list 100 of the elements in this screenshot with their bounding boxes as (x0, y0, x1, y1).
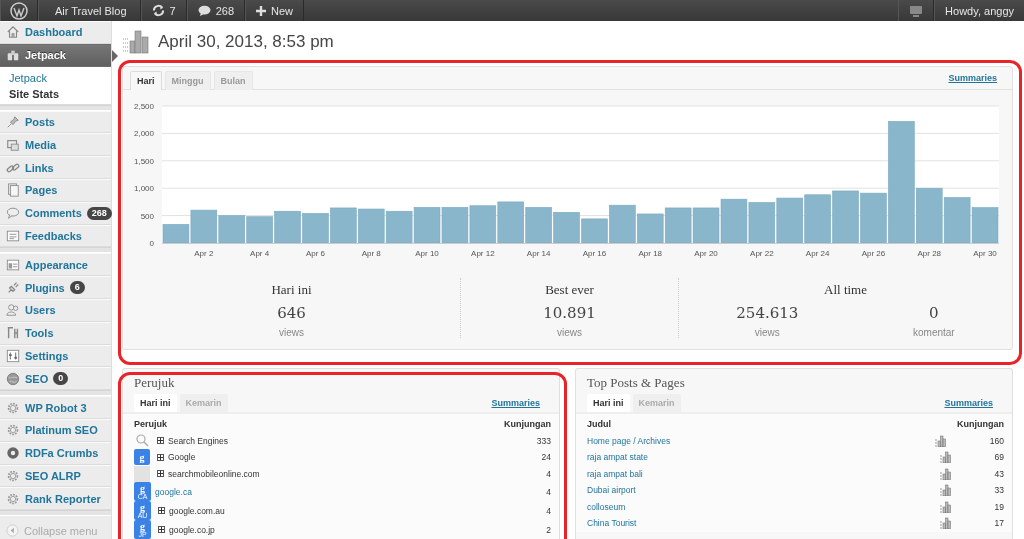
bar (637, 213, 664, 244)
expand-icon[interactable] (158, 507, 165, 514)
visit-count: 4 (546, 468, 551, 479)
refresh-icon (151, 4, 165, 17)
bar (469, 205, 497, 244)
post-link[interactable]: raja ampat state (587, 452, 648, 463)
column-header: Kunjungan (422, 414, 559, 433)
expand-icon[interactable] (157, 453, 164, 461)
sliders-icon (6, 348, 20, 363)
logo-button[interactable] (0, 0, 38, 21)
referrer-link[interactable]: google.ca (155, 486, 192, 497)
post-link[interactable]: colloseum (587, 501, 626, 512)
bar-chart-icon[interactable] (939, 517, 951, 530)
count-badge: 6 (69, 281, 85, 295)
post-link[interactable]: Home page / Archives (587, 435, 671, 446)
menu-item[interactable]: Media (0, 133, 111, 157)
post-link[interactable]: Dubai airport (587, 485, 636, 496)
referrer-name: google.co.jp (169, 524, 215, 535)
monitor-icon (909, 4, 924, 17)
document-icon (6, 183, 20, 198)
post-link[interactable]: raja ampat bali (587, 468, 643, 479)
bar-chart-icon[interactable] (939, 451, 951, 464)
menu-item[interactable]: Pages (0, 179, 111, 202)
bar (804, 194, 831, 244)
screen-button[interactable] (898, 0, 935, 21)
menu-item[interactable]: RDFa Crumbs (0, 441, 111, 465)
bar-chart-icon[interactable] (939, 500, 951, 513)
expand-icon[interactable] (158, 526, 165, 533)
tab[interactable]: Hari (130, 71, 162, 91)
page-title: April 30, 2013, 8:53 pm (158, 31, 334, 52)
wordpress-logo-icon (10, 1, 28, 20)
bar (720, 199, 748, 244)
submenu-item[interactable]: Site Stats (0, 86, 111, 101)
updates-button[interactable]: 7 (140, 0, 187, 21)
stat-value: 10.891 (543, 304, 596, 323)
visit-count: 24 (541, 452, 551, 463)
summaries-link[interactable]: Summaries (948, 73, 997, 84)
axis-label: Apr 18 (638, 249, 663, 259)
column-header: Perujuk (123, 414, 423, 433)
visit-count: 19 (994, 501, 1004, 512)
module-title: Perujuk (133, 374, 176, 393)
stat-value: 254.613 (736, 304, 799, 323)
referrer-name: searchmobileonline.com (168, 468, 260, 479)
summaries-link[interactable]: Summaries (944, 398, 993, 409)
menu-item[interactable]: Comments 268 (0, 201, 111, 225)
menu-item[interactable]: Dashboard (0, 21, 111, 44)
axis-label: Apr 24 (805, 249, 830, 259)
menu-item[interactable]: Posts (0, 110, 111, 134)
menu-item[interactable]: SEO ALRP (0, 464, 111, 488)
bar-chart-icon[interactable] (939, 467, 951, 480)
record-icon (6, 446, 20, 461)
menu-item[interactable]: WP Robot 3 (0, 396, 111, 419)
summaries-link[interactable]: Summaries (491, 398, 540, 409)
site-name-link[interactable]: Air Travel Blog (38, 0, 141, 21)
axis-label: Apr 30 (973, 249, 997, 259)
expand-icon[interactable] (157, 470, 164, 478)
post-link[interactable]: China Tourist (587, 518, 637, 529)
stat-value: 646 (277, 304, 306, 323)
stat-title: Hari ini (271, 282, 312, 299)
count-badge: 268 (86, 206, 112, 220)
menu-item[interactable]: Settings (0, 344, 111, 368)
bar (358, 208, 385, 244)
stat-unit: views (754, 327, 780, 339)
new-button[interactable]: New (245, 0, 305, 21)
bar (832, 190, 859, 244)
menu-item[interactable]: Appearance (0, 253, 111, 277)
menu-item[interactable]: Tools (0, 321, 111, 345)
axis-label: Apr 14 (526, 249, 551, 259)
axis-label: Apr 8 (361, 249, 381, 259)
visit-count: 4 (546, 486, 551, 497)
menu-item[interactable]: Plugins 6 (0, 276, 111, 299)
bar (330, 207, 357, 244)
axis-label: 1,500 (133, 157, 154, 166)
people-icon (6, 303, 20, 318)
bar-chart-icon[interactable] (939, 484, 951, 497)
visit-count: 33 (994, 485, 1004, 496)
expand-icon[interactable] (157, 437, 164, 444)
form-icon (6, 228, 20, 243)
visit-count: 17 (994, 518, 1004, 529)
bar-chart-icon (122, 28, 150, 55)
visit-count: 69 (994, 452, 1004, 463)
menu-item[interactable]: Users (0, 298, 111, 322)
bar (274, 211, 301, 244)
bar (943, 197, 971, 244)
visit-count: 333 (536, 435, 551, 446)
bar (664, 207, 692, 244)
stat-unit: views (557, 327, 582, 339)
stat-value: 0 (929, 304, 939, 323)
tab[interactable]: Hari ini (134, 394, 177, 413)
menu-item[interactable]: Platinum SEO (0, 418, 111, 442)
axis-label: Apr 10 (415, 249, 439, 259)
axis-label: Apr 28 (917, 249, 942, 259)
module-title: Top Posts & Pages (586, 374, 686, 393)
visit-count: 2 (546, 524, 551, 535)
menu-item[interactable]: Links (0, 156, 111, 179)
account-menu[interactable]: Howdy, anggy (934, 0, 1024, 21)
bar-chart-icon[interactable] (934, 434, 946, 447)
submenu-item[interactable]: Jetpack (0, 70, 111, 85)
comments-button[interactable]: 268 (186, 0, 245, 21)
tab[interactable]: Hari ini (587, 394, 630, 413)
